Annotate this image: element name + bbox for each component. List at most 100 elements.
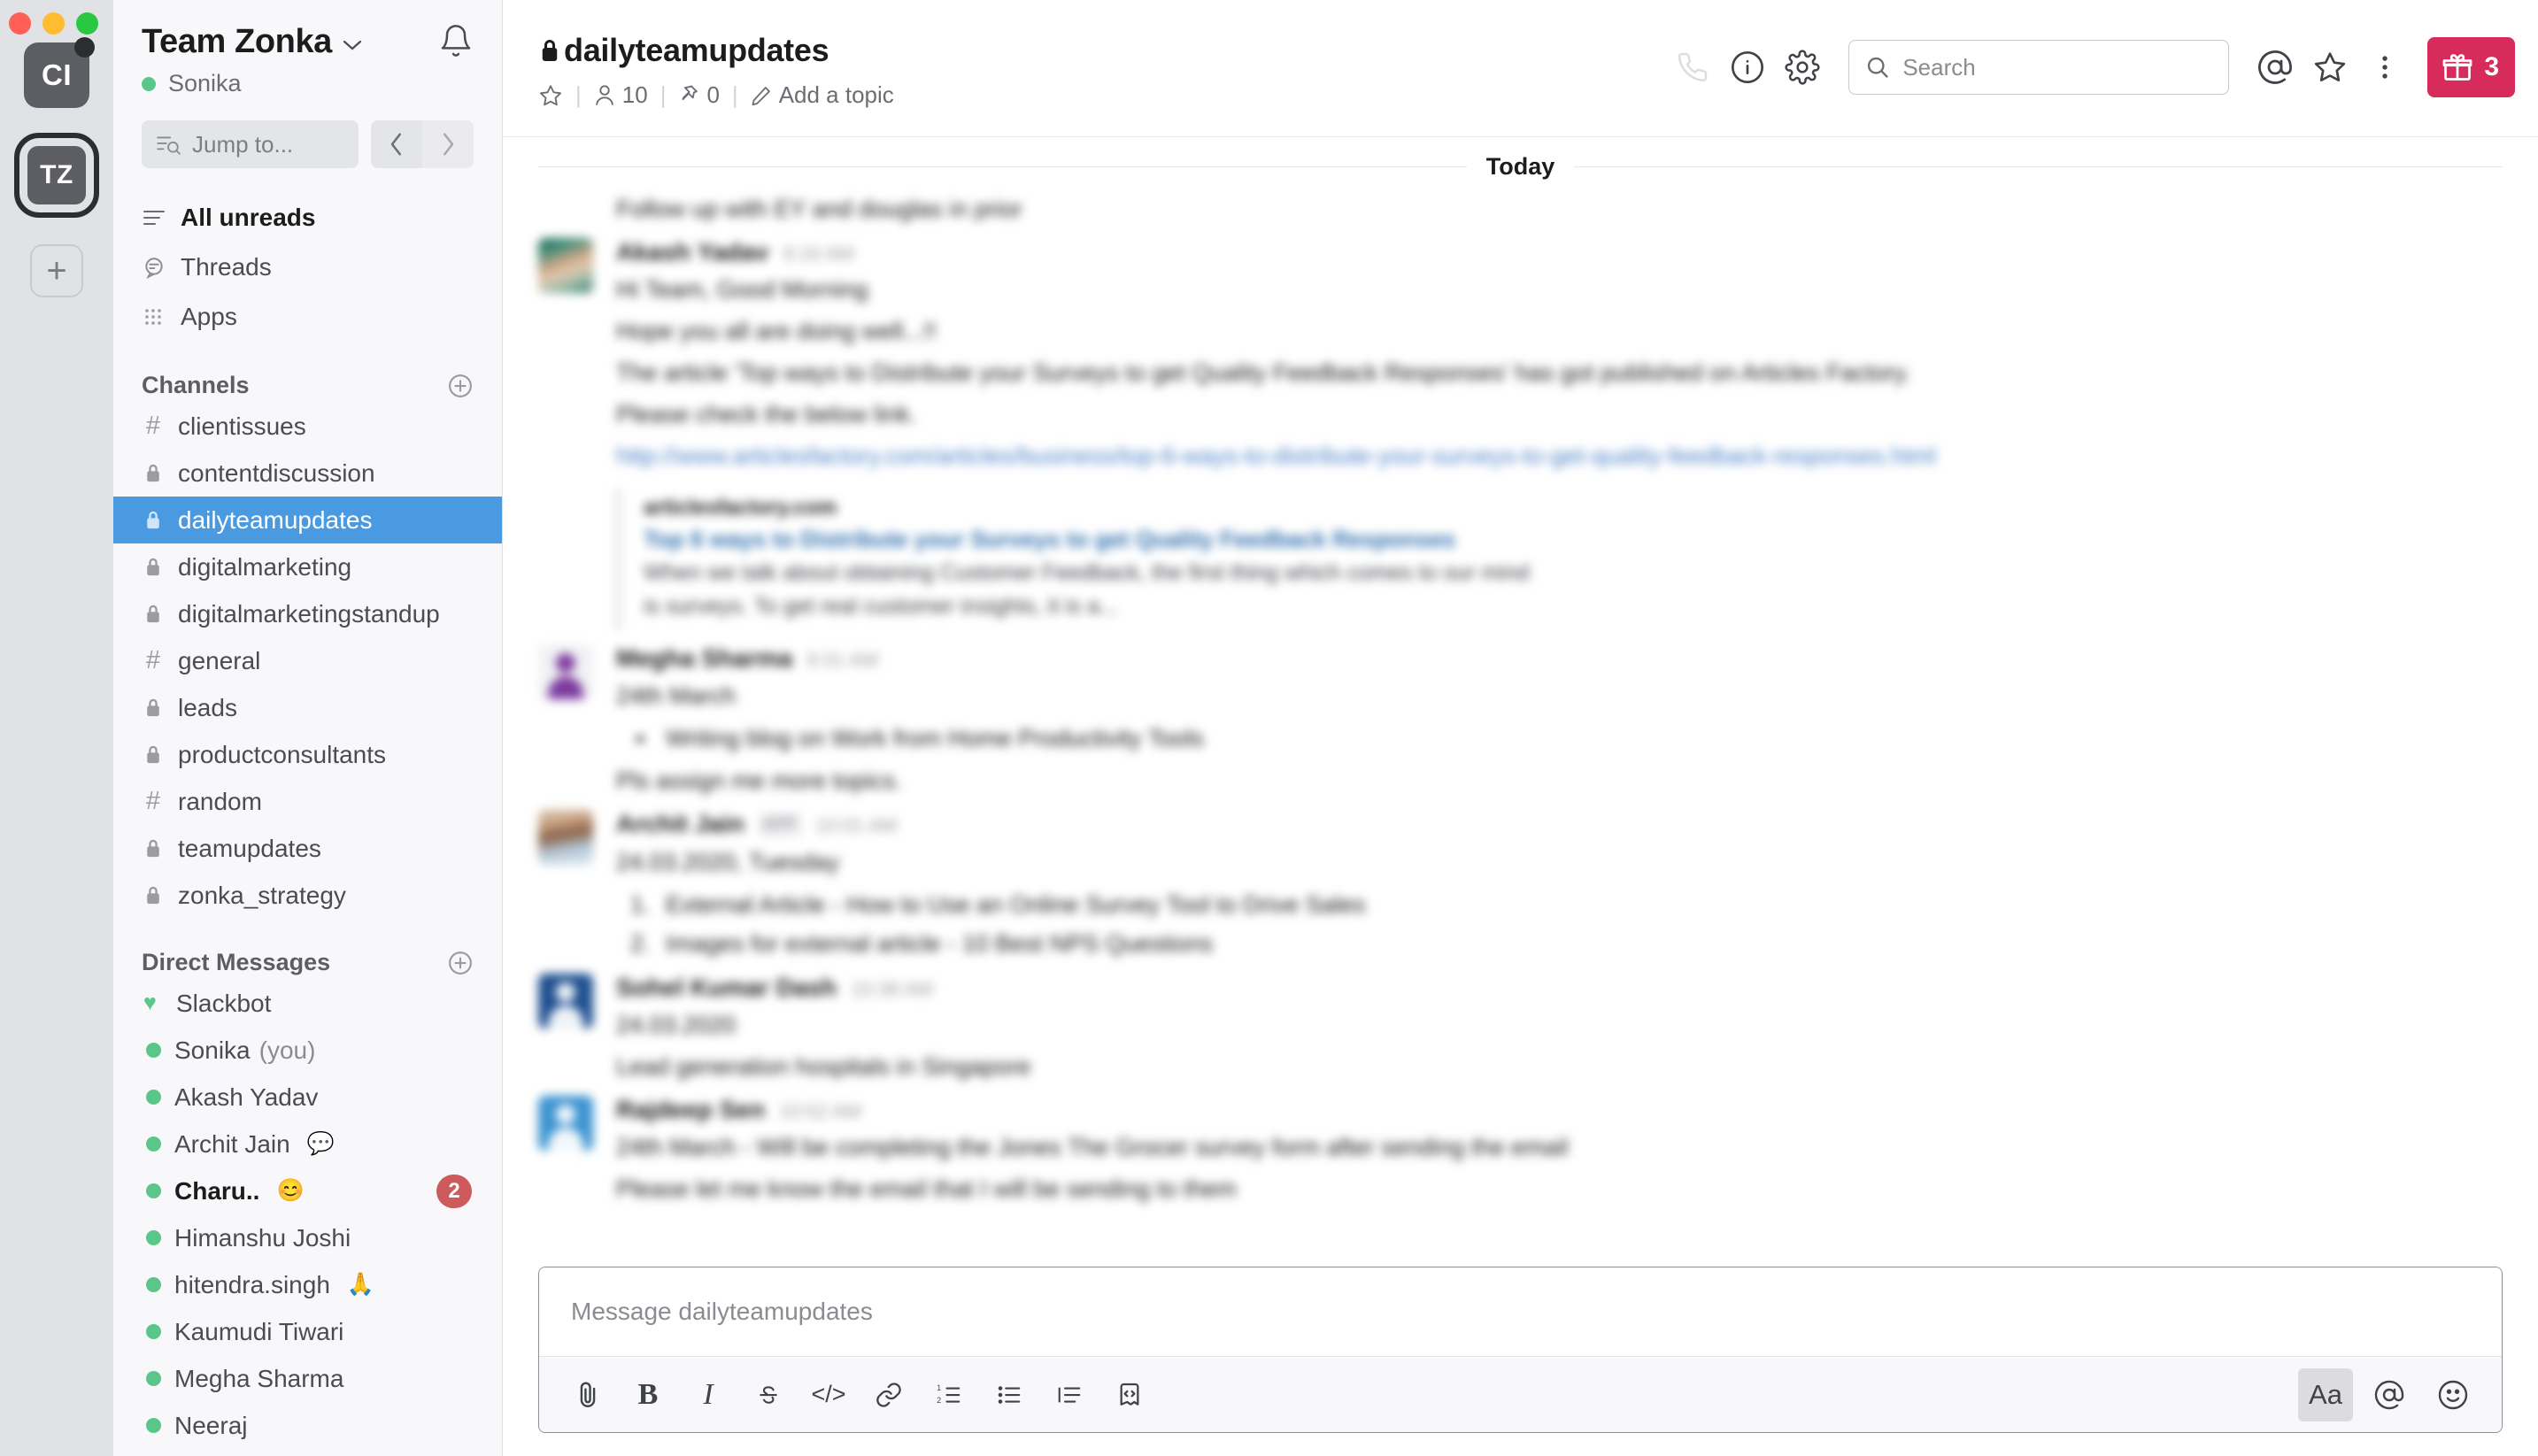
sidebar-dm-archit-jain[interactable]: Archit Jain 💬 — [113, 1121, 502, 1167]
message-item[interactable]: Rajdeep Sen 10:52 AM 24th March - Will be … — [538, 1085, 2503, 1207]
sidebar-dm-himanshu-joshi[interactable]: Himanshu Joshi — [113, 1214, 502, 1261]
sidebar-quick-links: All unreads Threads Apps — [113, 193, 502, 342]
more-vertical-icon[interactable] — [2360, 42, 2410, 92]
history-back-button[interactable] — [371, 120, 422, 168]
star-channel-button[interactable] — [538, 83, 563, 108]
sidebar-dm-hitendra-singh[interactable]: hitendra.singh 🙏 — [113, 1261, 502, 1308]
sidebar-dm-neeraj[interactable]: Neeraj — [113, 1402, 502, 1449]
sidebar-dm-slackbot[interactable]: ♥ Slackbot — [113, 980, 502, 1027]
pins-count-button[interactable]: 0 — [678, 81, 720, 109]
minimize-window-button[interactable] — [42, 12, 65, 35]
add-topic-label: Add a topic — [778, 81, 894, 108]
current-user-row[interactable]: Sonika — [142, 70, 474, 97]
app-badge: APP — [758, 813, 801, 837]
dm-label: Akash Yadav — [174, 1082, 319, 1111]
message-header: Archit Jain APP 10:01 AM — [616, 810, 2503, 839]
mention-button[interactable] — [2362, 1368, 2417, 1421]
hash-icon: # — [145, 787, 161, 815]
message-item[interactable]: Archit Jain APP 10:01 AM 24.03.2020, Tuesda… — [538, 799, 2503, 962]
add-dm-button[interactable] — [447, 950, 474, 976]
gift-button[interactable]: 3 — [2427, 37, 2515, 97]
bold-button[interactable]: B — [621, 1368, 675, 1421]
link-button[interactable] — [861, 1368, 916, 1421]
message-item[interactable]: Follow up with EY and douglas in prior — [538, 186, 2503, 227]
formatting-toggle[interactable]: Aa — [2298, 1367, 2353, 1421]
message-author[interactable]: Megha Sharma — [616, 644, 792, 673]
message-timestamp[interactable]: 10:52 AM — [779, 1100, 861, 1123]
channel-title[interactable]: dailyteamupdates — [538, 32, 1650, 69]
sidebar-dm-megha-sharma[interactable]: Megha Sharma — [113, 1355, 502, 1402]
divider-line — [1574, 166, 2503, 167]
sidebar-channel-clientissues[interactable]: # clientissues — [113, 403, 502, 450]
sidebar-channel-digitalmarketingstandup[interactable]: digitalmarketingstandup — [113, 590, 502, 637]
sidebar-dm-kaumudi-tiwari[interactable]: Kaumudi Tiwari — [113, 1308, 502, 1355]
star-icon[interactable] — [2305, 42, 2355, 92]
sidebar-item-threads[interactable]: Threads — [113, 243, 502, 292]
blockquote-button[interactable] — [1042, 1368, 1097, 1421]
message-text-line: Lead generation hospitals in Singapore — [616, 1052, 1031, 1080]
add-workspace-button[interactable]: + — [30, 244, 83, 297]
maximize-window-button[interactable] — [76, 12, 98, 35]
message-item[interactable]: Megha Sharma 9:31 AM 24th March Writing blo… — [538, 634, 2503, 799]
sidebar-item-all-unreads[interactable]: All unreads — [113, 193, 502, 243]
jump-to-search-input[interactable]: Jump to... — [142, 120, 359, 168]
avatar — [538, 238, 593, 294]
message-timestamp[interactable]: 9:31 AM — [806, 649, 878, 672]
gear-icon[interactable] — [1778, 42, 1827, 92]
code-block-button[interactable] — [1102, 1368, 1157, 1421]
ordered-list-button[interactable]: 12 — [922, 1368, 976, 1421]
message-timestamp[interactable]: 10:38 AM — [851, 978, 933, 1001]
call-icon[interactable] — [1668, 42, 1717, 92]
add-topic-button[interactable]: Add a topic — [751, 81, 894, 109]
message-list[interactable]: Today Follow up with EY and douglas in p… — [503, 137, 2538, 1247]
message-text-line: 24.03.2020, Tuesday — [616, 849, 840, 876]
history-forward-button[interactable] — [422, 120, 474, 168]
message-link[interactable]: http://www.articlesfactory.com/articles/… — [616, 438, 2503, 474]
italic-button[interactable]: I — [681, 1368, 736, 1421]
attach-icon[interactable] — [560, 1368, 615, 1421]
notifications-bell-icon[interactable] — [438, 23, 474, 58]
message-input[interactable]: Message dailyteamupdates — [539, 1267, 2502, 1356]
team-menu-button[interactable]: Team Zonka — [142, 23, 362, 61]
bulleted-list-button[interactable] — [982, 1368, 1037, 1421]
message-timestamp[interactable]: 10:01 AM — [815, 814, 898, 837]
sidebar-channel-productconsultants[interactable]: productconsultants — [113, 731, 502, 778]
mentions-at-icon[interactable] — [2250, 42, 2300, 92]
search-icon — [1865, 55, 1890, 80]
search-input[interactable]: Search — [1848, 40, 2230, 95]
add-channel-button[interactable] — [447, 373, 474, 399]
message-author[interactable]: Archit Jain — [616, 810, 744, 838]
message-item[interactable]: Sohel Kumar Dash 10:38 AM 24.03.2020 Lead g… — [538, 963, 2503, 1085]
sidebar-channel-digitalmarketing[interactable]: digitalmarketing — [113, 543, 502, 590]
sidebar-channel-dailyteamupdates[interactable]: dailyteamupdates — [113, 497, 502, 543]
dm-you-suffix: (you) — [258, 1036, 316, 1064]
sidebar-dm-charu--[interactable]: Charu.. 😊 2 — [113, 1167, 502, 1214]
info-icon[interactable] — [1723, 42, 1772, 92]
workspace-switcher-ci[interactable]: CI — [24, 37, 95, 108]
sidebar-channel-zonka_strategy[interactable]: zonka_strategy — [113, 872, 502, 919]
strikethrough-button[interactable] — [741, 1368, 796, 1421]
members-count: 10 — [621, 81, 648, 108]
code-button[interactable]: </> — [801, 1368, 856, 1421]
sidebar-channel-random[interactable]: # random — [113, 778, 502, 825]
message-author[interactable]: Akash Yadav — [616, 238, 768, 266]
workspace-switcher-tz[interactable]: TZ — [14, 133, 99, 218]
sidebar-channel-leads[interactable]: leads — [113, 684, 502, 731]
close-window-button[interactable] — [9, 12, 31, 35]
search-placeholder: Search — [1902, 53, 1976, 81]
sidebar-dm-sonika[interactable]: Sonika (you) — [113, 1027, 502, 1074]
message-timestamp[interactable]: 9:16 AM — [783, 243, 854, 266]
attachment-title[interactable]: Top 6 ways to Distribute your Surveys to… — [644, 526, 2503, 553]
message-author[interactable]: Rajdeep Sen — [616, 1096, 765, 1124]
message-author[interactable]: Sohel Kumar Dash — [616, 974, 837, 1002]
sidebar-dm-akash-yadav[interactable]: Akash Yadav — [113, 1074, 502, 1121]
emoji-button[interactable] — [2426, 1368, 2480, 1421]
members-count-button[interactable]: 10 — [594, 81, 648, 109]
message-item[interactable]: Akash Yadav 9:16 AM Hi Team, Good Morning H… — [538, 227, 2503, 634]
sidebar-channel-teamupdates[interactable]: teamupdates — [113, 825, 502, 872]
sidebar-channel-general[interactable]: # general — [113, 637, 502, 684]
sidebar-item-apps[interactable]: Apps — [113, 292, 502, 342]
current-user-name: Sonika — [168, 70, 242, 96]
list-item: Writing blog on Work from Home Productiv… — [657, 720, 2503, 758]
sidebar-channel-contentdiscussion[interactable]: contentdiscussion — [113, 450, 502, 497]
